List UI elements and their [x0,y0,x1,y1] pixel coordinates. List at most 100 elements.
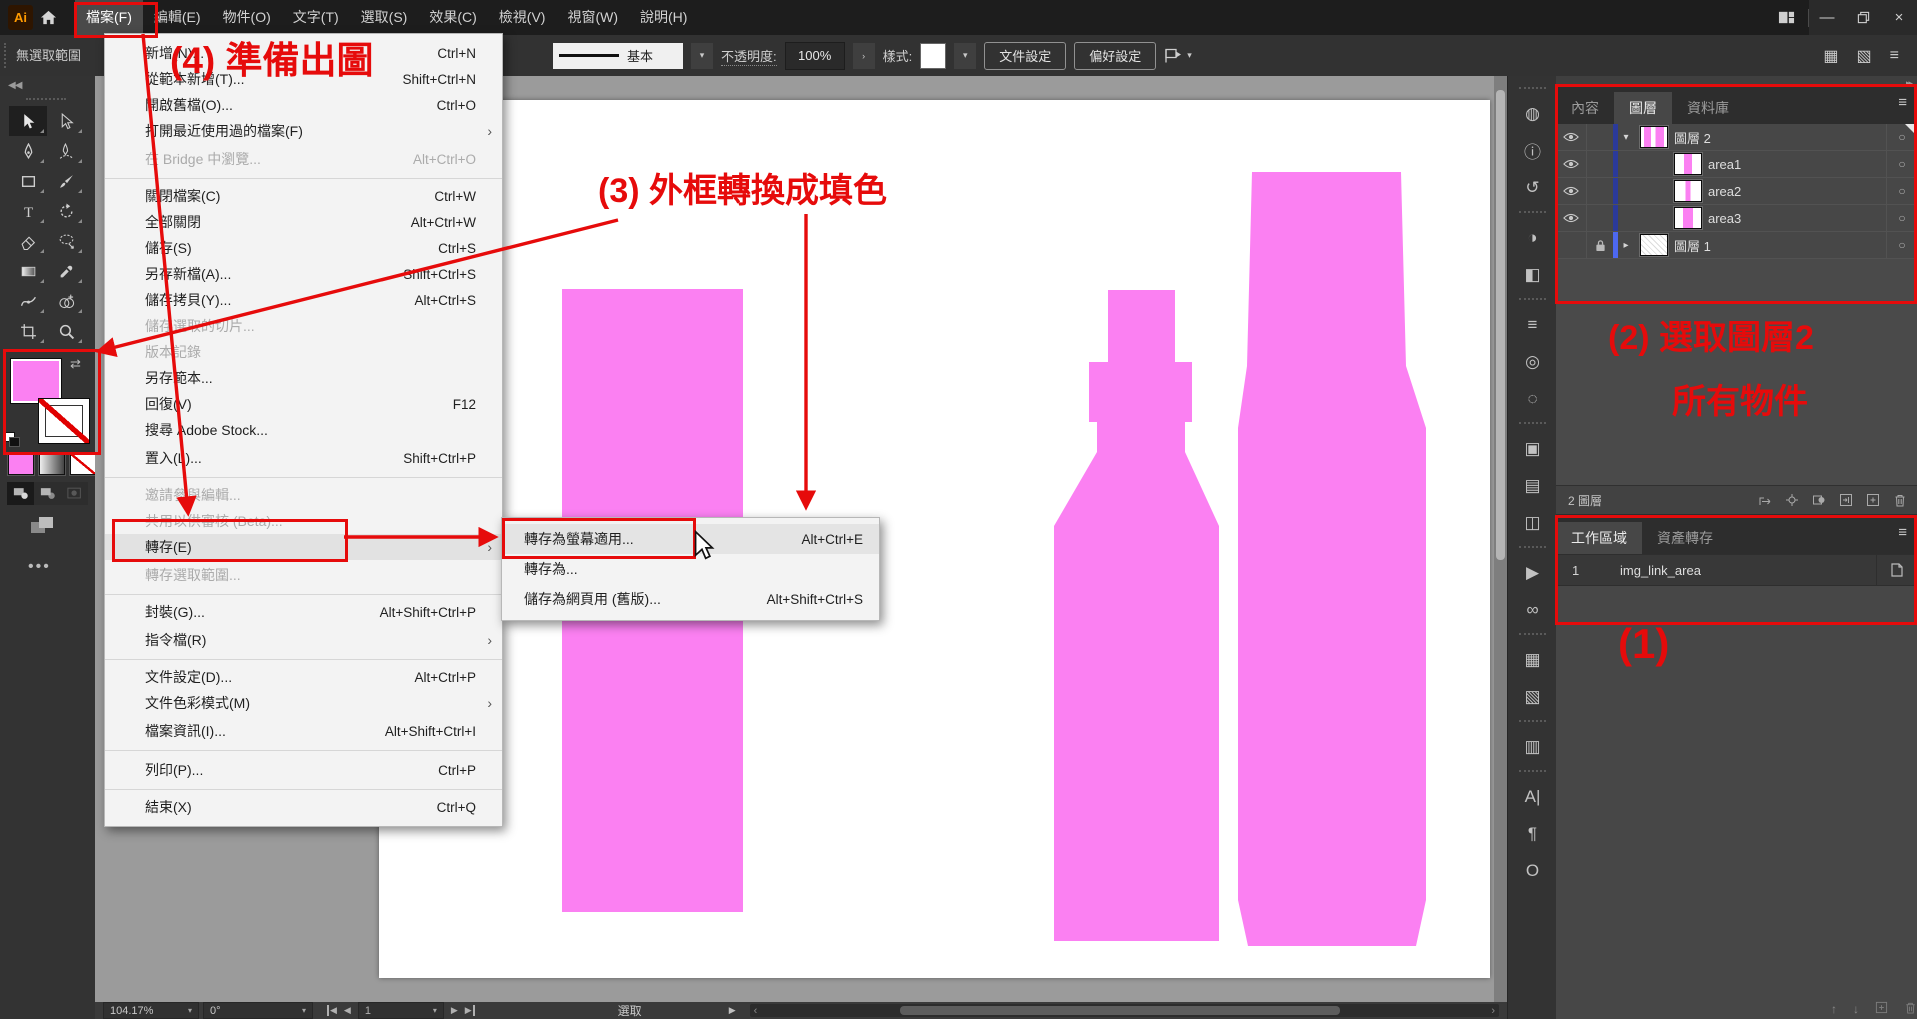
layer-thumbnail[interactable] [1674,207,1702,229]
selection-preview-icon[interactable]: ◌ [1508,380,1557,417]
paintbrush-tool[interactable] [47,166,85,196]
artboards-panel-menu-icon[interactable]: ≡ [1898,524,1907,541]
layer-row[interactable]: area2 ○ [1556,178,1917,205]
menu-help[interactable]: 說明(H) [629,0,698,35]
target-circle-icon[interactable]: ○ [1886,178,1917,204]
asset-export-icon[interactable]: ▧ [1508,678,1557,715]
screen-mode-icon[interactable] [30,516,56,541]
rectangle-tool[interactable] [9,166,47,196]
document-setup-button[interactable]: 文件設定 [984,42,1066,70]
first-artboard-icon[interactable]: ◀ [327,1005,337,1016]
delete-artboard-icon[interactable] [1904,1001,1917,1017]
minimize-button[interactable]: — [1809,0,1845,35]
layer-thumbnail[interactable] [1674,153,1702,175]
file-menu-item[interactable]: 搜尋 Adobe Stock... [105,417,502,443]
layer-name[interactable]: area2 [1708,184,1741,199]
edit-toolbar-icon[interactable]: ••• [28,558,51,576]
character-icon[interactable]: A| [1508,778,1557,815]
layer-row[interactable]: area1 ○ [1556,151,1917,178]
grid-icon[interactable]: ▦ [1823,46,1838,66]
new-sublayer-icon[interactable] [1839,493,1853,507]
artboard-row[interactable]: 1 img_link_area [1556,554,1917,586]
draw-inside-icon[interactable] [61,482,88,505]
gradient-button[interactable] [39,453,65,475]
tab-layers[interactable]: 圖層 [1614,92,1672,124]
file-menu-item[interactable]: 置入(L)... Shift+Ctrl+P [105,443,502,478]
target-circle-icon[interactable]: ○ [1886,205,1917,231]
layout-icon[interactable]: ▧ [1857,46,1872,66]
layer-row[interactable]: ▸ 圖層 1 ○ [1556,232,1917,259]
export-submenu-item[interactable]: 轉存為螢幕適用... Alt+Ctrl+E [502,524,879,554]
stroke-icon[interactable]: ≡ [1508,306,1557,343]
lock-icon[interactable] [1587,178,1613,204]
gradient-icon[interactable]: ◧ [1508,256,1557,293]
new-layer-icon[interactable] [1866,493,1880,507]
type-tool[interactable]: T [9,196,47,226]
rotation-dropdown[interactable]: 0°▾ [203,1002,313,1019]
eraser-tool[interactable] [9,226,47,256]
expand-chevron-icon[interactable]: ▸ [1618,240,1634,251]
style-chevron-icon[interactable]: ▾ [954,43,976,69]
file-menu-item[interactable]: 另存範本... [105,365,502,391]
target-circle-icon[interactable]: ○ [1886,151,1917,177]
tab-libraries[interactable]: 資料庫 [1672,92,1744,124]
paragraph-icon[interactable]: ¶ [1508,815,1557,852]
stroke-style-chevron-icon[interactable]: ▾ [691,43,713,69]
delete-layer-icon[interactable] [1893,493,1907,507]
menu-edit[interactable]: 編輯(E) [143,0,212,35]
menu-window[interactable]: 視窗(W) [556,0,629,35]
visibility-eye-icon[interactable] [1556,151,1587,177]
lock-icon[interactable] [1587,151,1613,177]
lasso-tool[interactable] [47,226,85,256]
artboard-name[interactable]: img_link_area [1620,563,1876,578]
horizontal-scrollbar-thumb[interactable] [900,1006,1340,1015]
layer-name[interactable]: 圖層 1 [1674,236,1711,255]
file-menu-item[interactable]: 文件設定(D)... Alt+Ctrl+P [105,664,502,690]
swap-fill-stroke-icon[interactable]: ⇄ [70,356,81,372]
shape-builder-tool[interactable] [47,286,85,316]
menu-select[interactable]: 選取(S) [350,0,419,35]
direct-selection-tool[interactable] [47,106,85,136]
default-fill-stroke-icon[interactable] [4,432,20,446]
align-icon[interactable]: ▤ [1508,467,1557,504]
color-icon[interactable]: ◑ [1508,219,1557,256]
layer-name[interactable]: area1 [1708,157,1741,172]
file-menu-item[interactable]: 封裝(G)... Alt+Shift+Ctrl+P [105,599,502,625]
opacity-label[interactable]: 不透明度: [721,46,777,66]
file-menu-item[interactable]: 打開最近使用過的檔案(F) › [105,118,502,144]
previous-artboard-icon[interactable]: ◀ [344,1005,351,1016]
links-icon[interactable]: ∞ [1508,591,1557,628]
horizontal-scrollbar[interactable]: ‹ › [750,1004,1499,1017]
scroll-right-icon[interactable]: › [1491,1005,1495,1017]
file-menu-item[interactable]: 共用以供審核 (Beta)... [105,508,502,534]
color-guide-icon[interactable]: ◍ [1508,95,1557,132]
artboard-tool[interactable] [9,316,47,346]
file-menu-item[interactable]: 關閉檔案(C) Ctrl+W [105,183,502,209]
opacity-input[interactable]: 100% [785,42,845,70]
scroll-left-icon[interactable]: ‹ [754,1005,758,1017]
layer-thumbnail[interactable] [1674,180,1702,202]
lock-icon[interactable] [1587,124,1613,150]
layer-row[interactable]: area3 ○ [1556,205,1917,232]
move-artboard-down-icon[interactable]: ↓ [1853,1002,1859,1016]
arrange-documents-icon[interactable] [1764,0,1808,35]
tab-asset-export[interactable]: 資產轉存 [1642,522,1728,554]
export-submenu-item[interactable]: 轉存為... [502,554,879,584]
menu-object[interactable]: 物件(O) [212,0,282,35]
curvature-tool[interactable] [47,136,85,166]
target-circle-icon[interactable]: ○ [1886,232,1917,258]
eyedropper-tool[interactable] [47,256,85,286]
opentype-icon[interactable]: O [1508,852,1557,889]
file-menu-item[interactable]: 轉存選取範圍... [105,560,502,595]
app-logo[interactable]: Ai [8,5,33,30]
file-menu-item[interactable]: 開啟舊檔(O)... Ctrl+O [105,92,502,118]
next-artboard-icon[interactable]: ▶ [451,1005,458,1016]
layer-thumbnail[interactable] [1640,234,1668,256]
file-menu-item[interactable]: 列印(P)... Ctrl+P [105,755,502,790]
drag-handle[interactable] [4,43,10,68]
status-display[interactable]: 選取 [555,1002,705,1019]
target-circle-icon[interactable]: ○ [1886,124,1917,150]
zoom-tool[interactable] [47,316,85,346]
width-tool[interactable] [9,286,47,316]
file-menu-item[interactable]: 在 Bridge 中瀏覽... Alt+Ctrl+O [105,144,502,179]
